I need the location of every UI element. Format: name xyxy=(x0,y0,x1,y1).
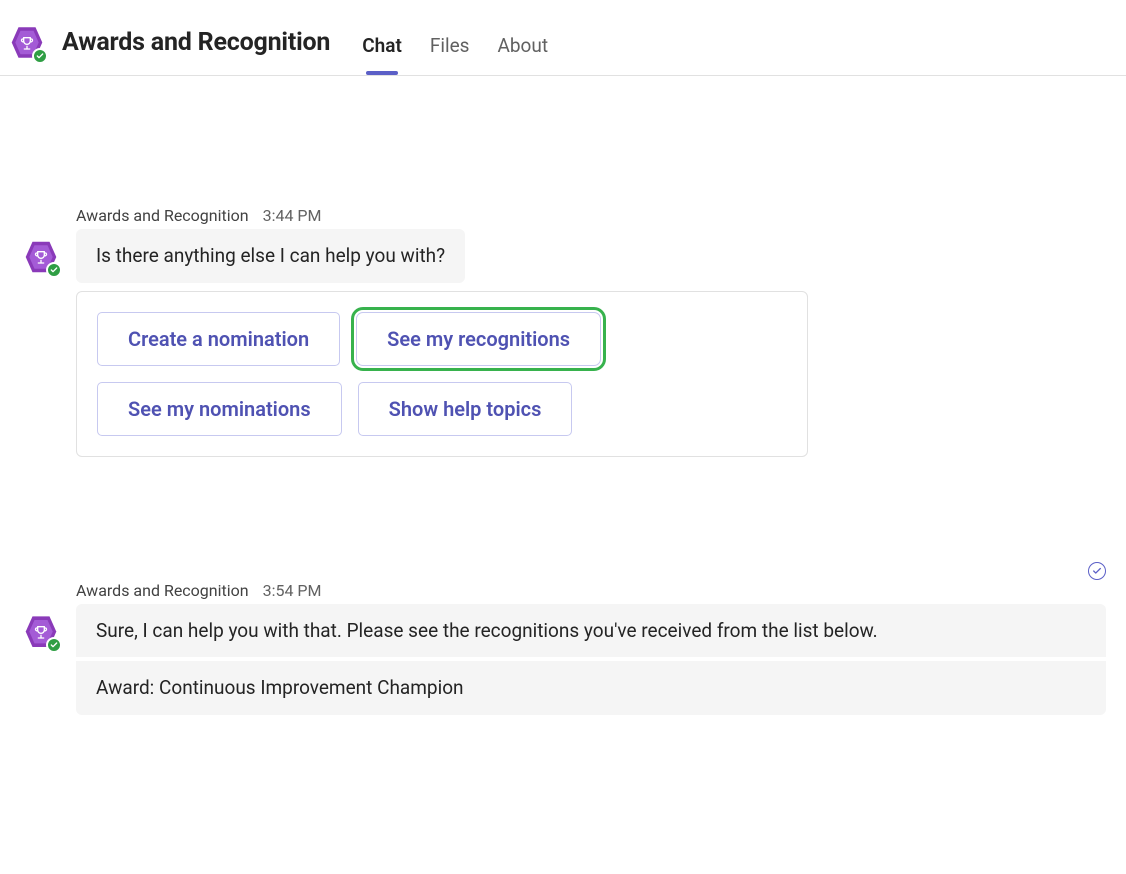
tab-about[interactable]: About xyxy=(497,34,548,75)
message-bubble: Sure, I can help you with that. Please s… xyxy=(76,604,1106,658)
message-meta: Awards and Recognition 3:54 PM xyxy=(76,581,1106,600)
tab-files[interactable]: Files xyxy=(430,34,470,75)
message-bubble: Is there anything else I can help you wi… xyxy=(76,229,465,283)
action-see-nominations[interactable]: See my nominations xyxy=(97,382,342,436)
bot-avatar xyxy=(24,240,58,274)
message-sender: Awards and Recognition xyxy=(76,206,249,225)
tab-bar: Chat Files About xyxy=(362,10,548,75)
presence-available-icon xyxy=(32,48,48,64)
action-see-recognitions[interactable]: See my recognitions xyxy=(356,312,601,366)
presence-available-icon xyxy=(46,262,62,278)
page-title: Awards and Recognition xyxy=(62,28,330,57)
message-sender: Awards and Recognition xyxy=(76,581,249,600)
bot-avatar xyxy=(24,615,58,649)
chat-area: Awards and Recognition 3:44 PM Is there … xyxy=(0,206,1126,874)
message-time: 3:44 PM xyxy=(263,206,322,225)
suggested-actions-card: Create a nomination See my recognitions … xyxy=(76,291,808,457)
presence-available-icon xyxy=(46,637,62,653)
tab-chat[interactable]: Chat xyxy=(362,34,402,75)
chat-header: Awards and Recognition Chat Files About xyxy=(0,0,1126,76)
message-row: Awards and Recognition 3:44 PM Is there … xyxy=(0,206,1126,457)
action-create-nomination[interactable]: Create a nomination xyxy=(97,312,340,366)
message-time: 3:54 PM xyxy=(263,581,322,600)
action-show-help-topics[interactable]: Show help topics xyxy=(358,382,573,436)
bot-avatar xyxy=(10,26,44,60)
read-receipt-icon xyxy=(1088,562,1106,580)
message-row: Awards and Recognition 3:54 PM Sure, I c… xyxy=(0,581,1126,715)
message-meta: Awards and Recognition 3:44 PM xyxy=(76,206,1106,225)
message-bubble: Award: Continuous Improvement Champion xyxy=(76,661,1106,715)
